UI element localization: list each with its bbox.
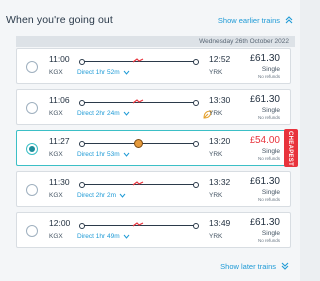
journey-radio-selected[interactable] xyxy=(26,143,38,155)
journey-line xyxy=(79,99,199,106)
departure-time: 11:27 xyxy=(49,136,70,146)
page-title: When you're going out xyxy=(6,14,113,26)
arrival-time: 13:49 xyxy=(209,218,231,228)
journey-details-toggle[interactable]: Direct 2hr 2m xyxy=(77,192,126,199)
show-earlier-trains-link[interactable]: Show earlier trains xyxy=(218,15,294,25)
operator-logo-icon xyxy=(132,222,144,227)
journey-details-toggle[interactable]: Direct 1hr 52m xyxy=(77,69,130,76)
journey-details-toggle[interactable]: Direct 1hr 49m xyxy=(77,233,130,240)
operator-logo-icon xyxy=(132,181,144,186)
outbound-header: When you're going out Show earlier train… xyxy=(6,14,294,30)
journey-line xyxy=(79,181,199,188)
operator-logo-icon xyxy=(132,58,144,63)
show-later-label: Show later trains xyxy=(220,261,276,271)
refund-note: No refunds xyxy=(257,238,280,243)
journey-radio[interactable] xyxy=(26,225,38,237)
ticket-type: Single xyxy=(261,189,280,196)
origin-code: KGX xyxy=(49,110,63,117)
destination-code: YRK xyxy=(209,151,223,158)
journey-option-1[interactable]: 11:00 12:52 KGX Direct 1hr 52m YRK £61.3… xyxy=(16,48,291,84)
departure-time: 12:00 xyxy=(49,218,71,228)
show-earlier-label: Show earlier trains xyxy=(217,15,280,25)
chevron-down-icon xyxy=(123,152,130,157)
operator-logo-icon xyxy=(132,99,144,104)
departure-time: 11:06 xyxy=(49,95,70,105)
journey-panel: When you're going out Show earlier train… xyxy=(0,0,300,281)
journey-option-5[interactable]: 12:00 13:49 KGX Direct 1hr 49m YRK £61.3… xyxy=(16,212,291,248)
destination-code: YRK xyxy=(209,192,223,199)
journey-option-2[interactable]: 11:06 13:30 KGX Direct 2hr 24m YRK £61.3… xyxy=(16,89,291,125)
journey-details-toggle[interactable]: Direct 2hr 24m xyxy=(77,110,130,117)
ticket-type: Single xyxy=(261,230,280,237)
journey-option-4[interactable]: 11:30 13:32 KGX Direct 2hr 2m YRK £61.30… xyxy=(16,171,291,207)
arrival-time: 13:20 xyxy=(209,136,231,146)
destination-code: YRK xyxy=(209,69,223,76)
journey-radio[interactable] xyxy=(26,102,38,114)
departure-time: 11:00 xyxy=(49,54,70,64)
journey-line xyxy=(79,222,199,229)
departure-time: 11:30 xyxy=(49,177,70,187)
ticket-type: Single xyxy=(261,148,280,155)
double-chevron-down-icon xyxy=(281,262,289,270)
cheapest-badge: CHEAPEST xyxy=(284,129,298,167)
chevron-down-icon xyxy=(123,70,130,75)
fare-price: £61.30 xyxy=(249,94,280,105)
fare-price: £61.30 xyxy=(249,53,280,64)
ticket-type: Single xyxy=(261,66,280,73)
arrival-time: 12:52 xyxy=(209,54,231,64)
double-chevron-up-icon xyxy=(285,16,293,24)
journey-radio[interactable] xyxy=(26,184,38,196)
duration-label: Direct 2hr 24m xyxy=(77,110,120,117)
duration-label: Direct 1hr 49m xyxy=(77,233,120,240)
ticket-type: Single xyxy=(261,107,280,114)
origin-code: KGX xyxy=(49,69,63,76)
origin-code: KGX xyxy=(49,233,63,240)
refund-note: No refunds xyxy=(257,115,280,120)
chevron-down-icon xyxy=(123,111,130,116)
fare-price: £54.00 xyxy=(249,135,280,146)
arrival-time: 13:30 xyxy=(209,95,231,105)
journey-radio[interactable] xyxy=(26,61,38,73)
refund-note: No refunds xyxy=(257,156,280,161)
fare-price: £61.30 xyxy=(249,176,280,187)
origin-code: KGX xyxy=(49,192,63,199)
duration-label: Direct 1hr 52m xyxy=(77,69,120,76)
origin-code: KGX xyxy=(49,151,63,158)
refund-note: No refunds xyxy=(257,74,280,79)
journey-line xyxy=(79,139,199,148)
duration-label: Direct 1hr 53m xyxy=(77,151,120,158)
destination-code: YRK xyxy=(209,233,223,240)
busy-train-icon xyxy=(134,139,143,148)
journey-line xyxy=(79,58,199,65)
journey-details-toggle[interactable]: Direct 1hr 53m xyxy=(77,151,130,158)
refund-note: No refunds xyxy=(257,197,280,202)
chevron-down-icon xyxy=(119,193,126,198)
show-later-trains-link[interactable]: Show later trains xyxy=(220,261,290,271)
arrival-time: 13:32 xyxy=(209,177,231,187)
duration-label: Direct 2hr 2m xyxy=(77,192,117,199)
date-bar: Wednesday 26th October 2022 xyxy=(16,36,295,47)
chevron-down-icon xyxy=(123,234,130,239)
journey-option-3[interactable]: 11:27 13:20 KGX Direct 1hr 53m YRK £54.0… xyxy=(16,129,298,167)
fare-price: £61.30 xyxy=(249,217,280,228)
destination-code: YRK xyxy=(209,110,223,117)
